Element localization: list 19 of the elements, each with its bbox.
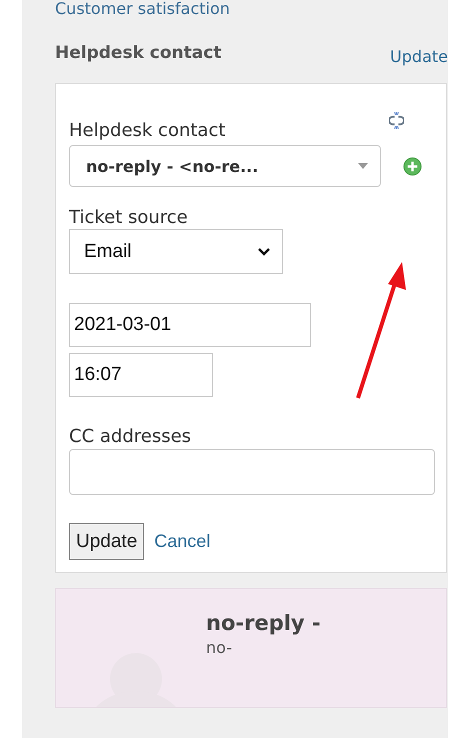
cancel-link[interactable]: Cancel — [154, 531, 210, 552]
time-field[interactable]: 16:07 — [69, 353, 213, 397]
unlink-icon[interactable] — [389, 112, 404, 129]
source-dropdown[interactable]: Email — [69, 229, 283, 274]
update-button[interactable]: Update — [69, 523, 144, 560]
section-title: Helpdesk contact — [55, 43, 222, 63]
caret-icon[interactable] — [358, 163, 368, 169]
date-field[interactable]: 2021-03-01 — [69, 303, 311, 347]
add-icon[interactable] — [403, 156, 422, 176]
field-label: CC addresses — [69, 426, 192, 447]
update-link[interactable]: Update — [390, 47, 448, 66]
field-label: Ticket source — [69, 207, 189, 228]
contact-email: no- — [206, 638, 233, 657]
chevron-icon[interactable] — [258, 248, 270, 256]
section-link[interactable]: Customer satisfaction — [55, 0, 448, 18]
field-label: Helpdesk contact — [69, 120, 226, 141]
contact-dropdown[interactable]: no-reply - <no-re... — [69, 145, 381, 187]
contact-name: no-reply - — [206, 611, 321, 635]
cc-field[interactable] — [69, 449, 435, 495]
